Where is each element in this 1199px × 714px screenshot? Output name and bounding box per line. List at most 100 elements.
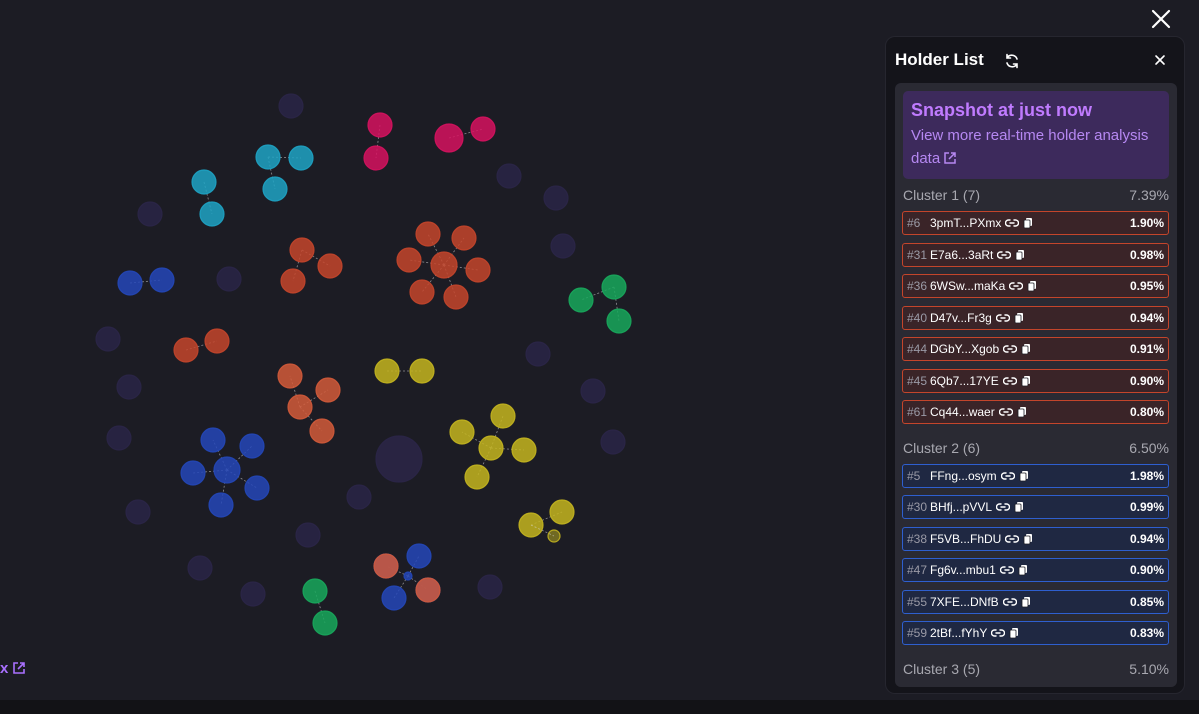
- copy-icon[interactable]: [1014, 249, 1026, 261]
- holder-bubble[interactable]: [477, 574, 503, 600]
- holder-bubble[interactable]: [415, 221, 441, 247]
- link-icon[interactable]: [995, 312, 1010, 324]
- holder-bubble[interactable]: [125, 499, 151, 525]
- holder-bubble[interactable]: [549, 499, 575, 525]
- holder-bubble[interactable]: [406, 543, 432, 569]
- copy-icon[interactable]: [1008, 627, 1020, 639]
- holder-bubble[interactable]: [239, 433, 265, 459]
- holder-row[interactable]: #45 6Qb7...17YE 0.90%: [902, 368, 1169, 393]
- copy-icon[interactable]: [1013, 501, 1025, 513]
- copy-icon[interactable]: [1016, 406, 1028, 418]
- holder-bubble[interactable]: [278, 93, 304, 119]
- holder-bubble[interactable]: [208, 492, 234, 518]
- link-icon[interactable]: [997, 249, 1012, 261]
- link-icon[interactable]: [995, 501, 1011, 513]
- holder-bubble[interactable]: [199, 201, 225, 227]
- copy-icon[interactable]: [1020, 375, 1032, 387]
- copy-icon[interactable]: [1026, 280, 1038, 292]
- holder-bubble[interactable]: [525, 341, 551, 367]
- copy-icon[interactable]: [1022, 533, 1034, 545]
- holder-bubble[interactable]: [606, 308, 632, 334]
- holder-row[interactable]: #38 F5VB...FhDU 0.94%: [902, 526, 1169, 551]
- holder-bubble[interactable]: [346, 484, 372, 510]
- holder-row[interactable]: #36 6WSw...maKa 0.95%: [902, 274, 1169, 298]
- holder-bubble[interactable]: [600, 429, 626, 455]
- holder-row[interactable]: #40 D47v...Fr3g 0.94%: [902, 305, 1169, 330]
- holder-bubble[interactable]: [430, 251, 458, 279]
- link-icon[interactable]: [998, 406, 1013, 418]
- holder-bubble[interactable]: [200, 427, 226, 453]
- copy-icon[interactable]: [1020, 596, 1032, 608]
- holder-bubble[interactable]: [280, 268, 306, 294]
- holder-bubble[interactable]: [277, 363, 303, 389]
- close-icon[interactable]: [1148, 6, 1174, 32]
- holder-bubble[interactable]: [451, 225, 477, 251]
- holder-bubble[interactable]: [373, 553, 399, 579]
- holder-bubble[interactable]: [550, 233, 576, 259]
- holder-bubble[interactable]: [464, 464, 490, 490]
- cluster-header[interactable]: Cluster 3 (5) 5.10%: [895, 653, 1177, 685]
- holder-bubble[interactable]: [289, 237, 315, 263]
- holder-row[interactable]: #47 Fg6v...mbu1 0.90%: [902, 558, 1169, 582]
- link-icon[interactable]: [999, 564, 1014, 576]
- holder-bubble[interactable]: [106, 425, 132, 451]
- copy-icon[interactable]: [1013, 312, 1025, 324]
- holder-bubble[interactable]: [434, 123, 464, 153]
- holder-row[interactable]: #59 2tBf...fYhY 0.83%: [902, 621, 1169, 645]
- holder-bubble[interactable]: [375, 435, 423, 483]
- copy-icon[interactable]: [1020, 343, 1032, 355]
- holder-row[interactable]: #44 DGbY...Xgob 0.91%: [902, 337, 1169, 361]
- holder-bubble[interactable]: [496, 163, 522, 189]
- holder-bubble[interactable]: [490, 403, 516, 429]
- holder-bubble[interactable]: [568, 287, 594, 313]
- holder-bubble[interactable]: [262, 176, 288, 202]
- holder-bubble[interactable]: [216, 266, 242, 292]
- holder-bubble[interactable]: [309, 418, 335, 444]
- holder-bubble[interactable]: [288, 145, 314, 171]
- holder-bubble[interactable]: [403, 571, 413, 581]
- holder-bubble[interactable]: [116, 374, 142, 400]
- link-icon[interactable]: [991, 627, 1006, 639]
- holder-bubble[interactable]: [409, 279, 435, 305]
- holder-bubble[interactable]: [315, 377, 341, 403]
- holder-bubble[interactable]: [465, 257, 491, 283]
- holder-bubble[interactable]: [302, 578, 328, 604]
- holder-bubble[interactable]: [204, 328, 230, 354]
- cluster-header[interactable]: Cluster 1 (7) 7.39%: [895, 179, 1177, 211]
- holder-bubble[interactable]: [312, 610, 338, 636]
- holder-bubble[interactable]: [580, 378, 606, 404]
- link-icon[interactable]: [1009, 280, 1024, 292]
- holder-bubble[interactable]: [180, 460, 206, 486]
- panel-close-icon[interactable]: [1152, 52, 1168, 68]
- holder-bubble[interactable]: [117, 270, 143, 296]
- cluster-header[interactable]: Cluster 2 (6) 6.50%: [895, 432, 1177, 464]
- holder-bubble[interactable]: [149, 267, 175, 293]
- holder-bubble[interactable]: [478, 435, 504, 461]
- holder-bubble[interactable]: [543, 185, 569, 211]
- holder-bubble[interactable]: [187, 555, 213, 581]
- holder-bubble[interactable]: [240, 581, 266, 607]
- refresh-icon[interactable]: [1003, 52, 1021, 70]
- holder-row[interactable]: #6 3pmT...PXmx 1.90%: [902, 211, 1169, 235]
- holder-bubble[interactable]: [244, 475, 270, 501]
- link-icon[interactable]: [1005, 533, 1020, 545]
- holder-row[interactable]: #31 E7a6...3aRt 0.98%: [902, 242, 1169, 267]
- holder-bubble[interactable]: [137, 201, 163, 227]
- holder-bubble[interactable]: [367, 112, 393, 138]
- holder-bubble[interactable]: [255, 144, 281, 170]
- link-icon[interactable]: [1005, 217, 1020, 229]
- copy-icon[interactable]: [1022, 217, 1034, 229]
- holder-bubble[interactable]: [173, 337, 199, 363]
- holder-bubble[interactable]: [511, 437, 537, 463]
- holder-bubble[interactable]: [95, 326, 121, 352]
- holder-bubble[interactable]: [415, 577, 441, 603]
- holder-bubble[interactable]: [409, 358, 435, 384]
- link-icon[interactable]: [1002, 596, 1017, 608]
- holder-bubble[interactable]: [449, 419, 475, 445]
- holder-bubble[interactable]: [381, 585, 407, 611]
- holder-bubble[interactable]: [396, 247, 422, 273]
- holder-bubble[interactable]: [601, 274, 627, 300]
- link-icon[interactable]: [1000, 470, 1015, 482]
- external-link[interactable]: x: [0, 660, 26, 677]
- holder-list-body[interactable]: Snapshot at just now View more real-time…: [895, 83, 1177, 687]
